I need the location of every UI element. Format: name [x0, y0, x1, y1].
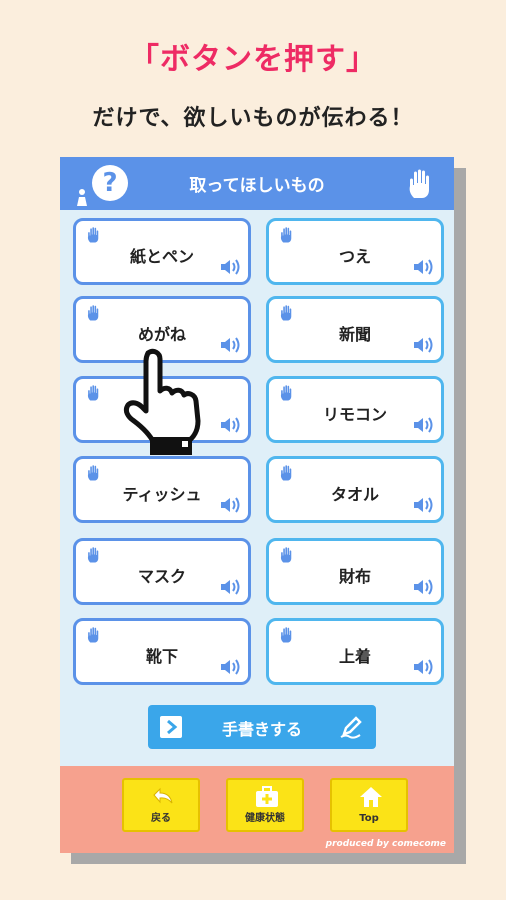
medical-kit-icon: [256, 786, 278, 807]
hand-icon[interactable]: [406, 168, 436, 200]
hand-icon: [87, 627, 99, 643]
undo-arrow-icon: [153, 787, 173, 804]
item-button-paper-pen[interactable]: 紙とペン: [73, 218, 251, 285]
speaker-icon: [414, 417, 433, 433]
item-button-cane[interactable]: つえ: [266, 218, 444, 285]
page-title: 取ってほしいもの: [189, 176, 325, 196]
health-label: 健康状態: [245, 813, 285, 824]
item-button-tissue[interactable]: ティッシュ: [73, 456, 251, 523]
speaker-icon: [414, 337, 433, 353]
item-button-newspaper[interactable]: 新聞: [266, 296, 444, 363]
item-button-mask[interactable]: マスク: [73, 538, 251, 605]
speaker-icon: [414, 497, 433, 513]
top-button[interactable]: Top: [330, 778, 408, 832]
app-header: ? 取ってほしいもの: [60, 157, 454, 210]
app-screen: ? 取ってほしいもの 紙とペン つえ めがね 新聞 リモコン ティッシュ タオル…: [60, 157, 454, 853]
hand-icon: [280, 627, 292, 643]
item-button-socks[interactable]: 靴下: [73, 618, 251, 685]
speaker-icon: [221, 659, 240, 675]
back-label: 戻る: [151, 813, 171, 824]
item-button-wallet[interactable]: 財布: [266, 538, 444, 605]
hand-icon: [87, 547, 99, 563]
credit-text: produced by comecome: [325, 839, 446, 849]
hand-icon: [280, 305, 292, 321]
hand-icon: [280, 547, 292, 563]
speaker-icon: [221, 579, 240, 595]
hand-icon: [87, 465, 99, 481]
speaker-icon: [414, 579, 433, 595]
speaker-icon: [221, 259, 240, 275]
hand-icon: [87, 227, 99, 243]
promo-subhead: だけで、欲しいものが伝わる！: [92, 106, 414, 131]
footer-bar: 戻る 健康状態 Top produced by comecome: [60, 766, 454, 853]
speaker-icon: [221, 417, 240, 433]
promo-headline: 「ボタンを押す」: [129, 42, 377, 77]
item-button-jacket[interactable]: 上着: [266, 618, 444, 685]
top-label: Top: [359, 813, 379, 824]
back-button[interactable]: 戻る: [122, 778, 200, 832]
pointing-hand-icon: [123, 348, 201, 455]
item-grid: 紙とペン つえ めがね 新聞 薬 リモコン: [60, 210, 454, 766]
pen-icon: [340, 716, 362, 739]
handwrite-button[interactable]: 手書きする: [148, 705, 376, 749]
hand-icon: [87, 385, 99, 401]
hand-icon: [280, 465, 292, 481]
speaker-icon: [414, 659, 433, 675]
item-button-remote[interactable]: リモコン: [266, 376, 444, 443]
home-icon: [360, 787, 382, 807]
speaker-icon: [221, 497, 240, 513]
speaker-icon: [221, 337, 240, 353]
speaker-icon: [414, 259, 433, 275]
item-button-towel[interactable]: タオル: [266, 456, 444, 523]
hand-icon: [87, 305, 99, 321]
hand-icon: [280, 385, 292, 401]
health-status-button[interactable]: 健康状態: [226, 778, 304, 832]
hand-icon: [280, 227, 292, 243]
